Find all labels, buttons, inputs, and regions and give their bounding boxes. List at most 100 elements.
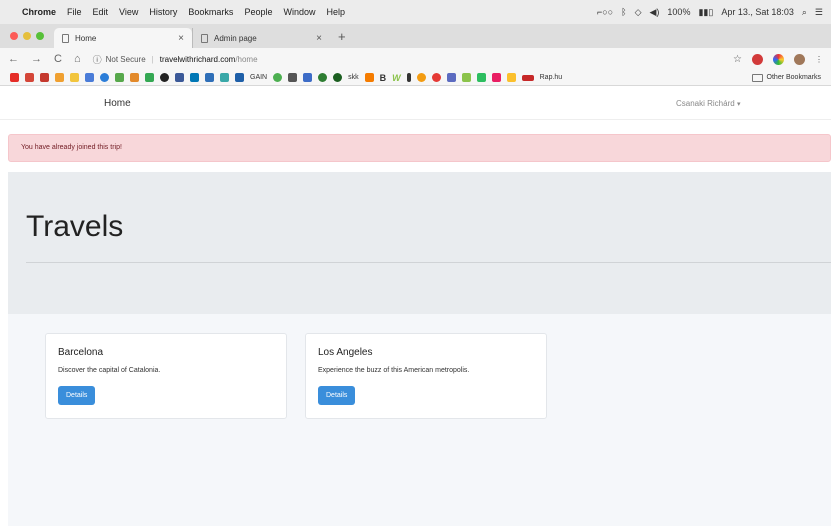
bookmark-icon[interactable] — [130, 73, 139, 82]
details-button[interactable]: Details — [318, 386, 356, 405]
reload-icon[interactable]: C — [54, 53, 62, 65]
details-button[interactable]: Details — [58, 386, 96, 405]
bookmark-icon[interactable] — [431, 73, 441, 82]
url-path[interactable]: /home — [235, 55, 257, 64]
w-bookmark-label[interactable]: W — [392, 73, 401, 83]
bookmark-icon[interactable] — [303, 73, 313, 82]
folder-icon — [751, 73, 763, 82]
other-bookmarks[interactable]: Other Bookmarks — [751, 73, 821, 82]
user-dropdown[interactable]: Csanaki Richárd ▾ — [676, 99, 740, 108]
menu-people[interactable]: People — [244, 7, 272, 17]
url-host[interactable]: travelwithrichard.com — [160, 55, 236, 64]
gmail-bookmark-icon[interactable] — [25, 73, 34, 82]
navbar-home-link[interactable]: Home — [104, 98, 131, 109]
home-icon[interactable]: ⌂ — [74, 53, 81, 65]
new-tab-button[interactable]: + — [330, 29, 354, 48]
zoom-window-button[interactable] — [36, 32, 44, 40]
close-tab-icon[interactable]: × — [316, 33, 322, 44]
bookmark-icon[interactable] — [220, 73, 229, 82]
error-alert: You have already joined this trip! — [8, 134, 831, 162]
battery-icon[interactable]: ▮▮▯ — [698, 7, 713, 18]
spotlight-icon[interactable]: ⌕ — [802, 7, 807, 18]
bookmark-icon[interactable] — [364, 73, 374, 82]
menu-bookmarks[interactable]: Bookmarks — [188, 7, 233, 17]
divider — [26, 262, 831, 263]
linkedin-bookmark-icon[interactable] — [190, 73, 199, 82]
tab-admin-page[interactable]: Admin page × — [192, 28, 330, 48]
bookmark-icon[interactable] — [491, 73, 501, 82]
close-tab-icon[interactable]: × — [178, 33, 184, 44]
bookmark-icon[interactable] — [100, 73, 109, 82]
browser-toolbar: ← → C ⌂ ⓘ Not Secure | travelwithrichard… — [0, 48, 831, 70]
site-navbar: Home Csanaki Richárd ▾ — [0, 87, 831, 120]
bookmark-icon[interactable] — [446, 73, 456, 82]
color-extension-icon[interactable] — [773, 53, 784, 65]
b-bookmark-label[interactable]: B — [380, 73, 387, 83]
address-separator: | — [151, 54, 154, 64]
menu-file[interactable]: File — [67, 7, 82, 17]
caret-down-icon: ▾ — [736, 101, 741, 108]
bookmark-icon[interactable] — [85, 73, 94, 82]
bookmark-icon[interactable] — [416, 73, 426, 82]
trip-description: Experience the buzz of this American met… — [318, 367, 470, 374]
gain-bookmark-label[interactable]: GAIN — [250, 74, 267, 81]
trips-section: Barcelona Discover the capital of Catalo… — [8, 314, 831, 526]
bookmark-icon[interactable] — [318, 73, 328, 82]
cloud-bookmark-icon[interactable] — [205, 73, 214, 82]
info-icon[interactable]: ⓘ — [93, 53, 102, 66]
other-bookmarks-label: Other Bookmarks — [766, 74, 821, 81]
glasses-icon[interactable]: ⌐○○ — [597, 7, 613, 17]
drive-bookmark-icon[interactable] — [145, 73, 154, 82]
evernote-bookmark-icon[interactable] — [476, 73, 486, 82]
bookmark-icon[interactable] — [273, 73, 283, 82]
adblock-extension-icon[interactable] — [752, 53, 763, 65]
forward-icon[interactable]: → — [31, 53, 42, 65]
bookmark-icon[interactable] — [288, 73, 298, 82]
github-bookmark-icon[interactable] — [160, 73, 169, 82]
gain-bookmark-icon[interactable] — [235, 73, 244, 82]
clock[interactable]: Apr 13., Sat 18:03 — [721, 7, 794, 17]
user-name: Csanaki Richárd — [676, 99, 735, 108]
toolbar-actions: ☆ ⋮ — [733, 53, 823, 65]
tab-home[interactable]: Home × — [54, 28, 192, 48]
menu-view[interactable]: View — [119, 7, 138, 17]
star-bookmark-icon[interactable] — [115, 73, 124, 82]
menu-window[interactable]: Window — [283, 7, 315, 17]
close-window-button[interactable] — [10, 32, 18, 40]
jumbotron: Travels — [8, 172, 831, 314]
minimize-window-button[interactable] — [23, 32, 31, 40]
bookmark-icon[interactable] — [506, 73, 516, 82]
youtube-bookmark-icon[interactable] — [10, 73, 19, 82]
bookmark-icon[interactable] — [55, 73, 64, 82]
menu-history[interactable]: History — [149, 7, 177, 17]
wifi-icon[interactable]: ◇ — [635, 7, 642, 18]
trip-title: Barcelona — [58, 347, 104, 358]
menu-app-name[interactable]: Chrome — [22, 7, 56, 17]
tab-strip: Home × Admin page × + — [0, 24, 831, 48]
bookmark-icon[interactable] — [461, 73, 471, 82]
trip-description: Discover the capital of Catalonia. — [58, 367, 161, 374]
bluetooth-icon[interactable]: ᛒ — [621, 7, 626, 17]
notification-center-icon[interactable]: ☰ — [815, 7, 823, 18]
back-icon[interactable]: ← — [8, 53, 19, 65]
macos-menu-bar: Chrome File Edit View History Bookmarks … — [0, 0, 831, 24]
bookmark-icon[interactable] — [70, 73, 79, 82]
skk-bookmark-icon[interactable] — [333, 73, 343, 82]
menu-help[interactable]: Help — [326, 7, 345, 17]
gmail-bookmark-icon[interactable] — [40, 73, 49, 82]
bookmarks-bar: GAIN skk B W Rap.hu Other Bookmarks — [0, 70, 831, 86]
profile-avatar[interactable] — [794, 53, 805, 65]
more-menu-icon[interactable]: ⋮ — [815, 55, 823, 64]
page-icon — [62, 33, 69, 43]
rap-bookmark-icon[interactable] — [521, 74, 534, 81]
bookmark-icon[interactable] — [406, 73, 411, 82]
menubar-status-area: ⌐○○ ᛒ ◇ ◀) 100% ▮▮▯ Apr 13., Sat 18:03 ⌕… — [597, 7, 823, 18]
skk-bookmark-label[interactable]: skk — [348, 74, 359, 81]
battery-percent[interactable]: 100% — [667, 7, 690, 17]
volume-icon[interactable]: ◀) — [650, 7, 660, 18]
star-bookmark-icon[interactable]: ☆ — [733, 54, 742, 65]
security-indicator[interactable]: Not Secure — [106, 55, 146, 64]
facebook-bookmark-icon[interactable] — [175, 73, 184, 82]
menu-edit[interactable]: Edit — [93, 7, 109, 17]
rap-bookmark-label[interactable]: Rap.hu — [540, 74, 563, 81]
